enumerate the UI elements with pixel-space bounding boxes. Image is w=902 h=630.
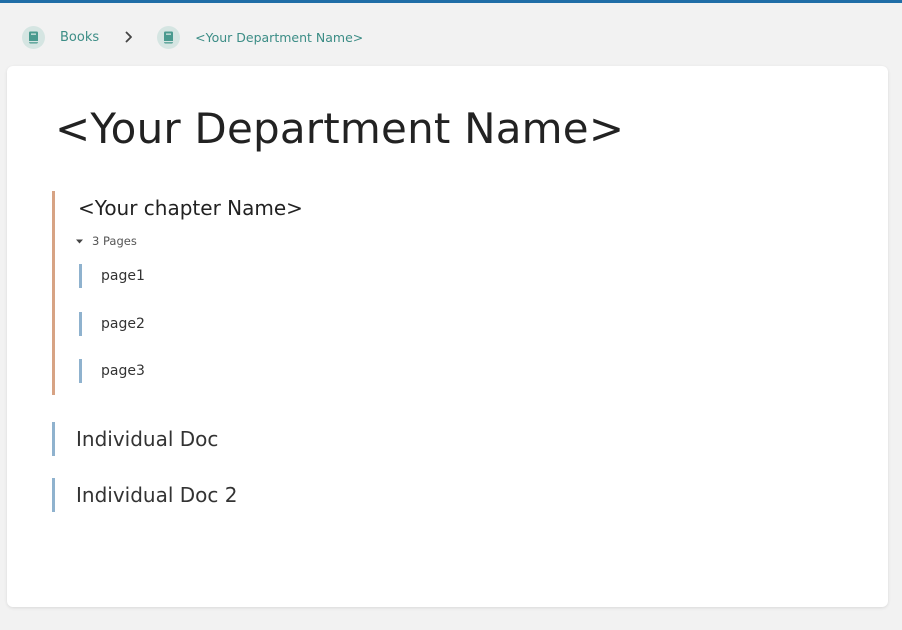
doc-label: Individual Doc [76,427,219,451]
breadcrumb-label: <Your Department Name> [195,29,364,45]
page-label: page2 [101,316,145,332]
top-accent-bar [0,0,902,3]
page-accent-bar [79,359,82,383]
page-item-page2[interactable]: page2 [79,312,145,336]
breadcrumb: Books <Your Department Name> [22,25,363,49]
page-item-page1[interactable]: page1 [79,264,145,288]
page-title: <Your Department Name> [55,104,625,153]
doc-item-individual-doc-2[interactable]: Individual Doc 2 [52,478,237,512]
doc-accent-bar [52,422,55,456]
page-accent-bar [79,264,82,288]
book-icon [157,25,181,49]
breadcrumb-item-books[interactable]: Books [22,25,100,49]
chevron-right-icon [125,31,133,43]
pages-count-label: 3 Pages [92,234,137,248]
chapter-name-link[interactable]: <Your chapter Name> [78,196,303,220]
caret-down-icon [76,239,83,244]
doc-accent-bar [52,478,55,512]
breadcrumb-item-department[interactable]: <Your Department Name> [157,25,364,49]
page-accent-bar [79,312,82,336]
book-icon [22,25,45,49]
breadcrumb-label: Books [60,29,100,45]
doc-item-individual-doc[interactable]: Individual Doc [52,422,218,456]
page-item-page3[interactable]: page3 [79,359,145,383]
page-label: page3 [101,363,145,379]
content-card: <Your Department Name> <Your chapter Nam… [7,66,888,607]
pages-toggle[interactable]: 3 Pages [76,234,137,248]
doc-label: Individual Doc 2 [76,483,238,507]
page-label: page1 [101,268,145,284]
chapter-block: <Your chapter Name> 3 Pages page1 page2 … [52,191,455,395]
